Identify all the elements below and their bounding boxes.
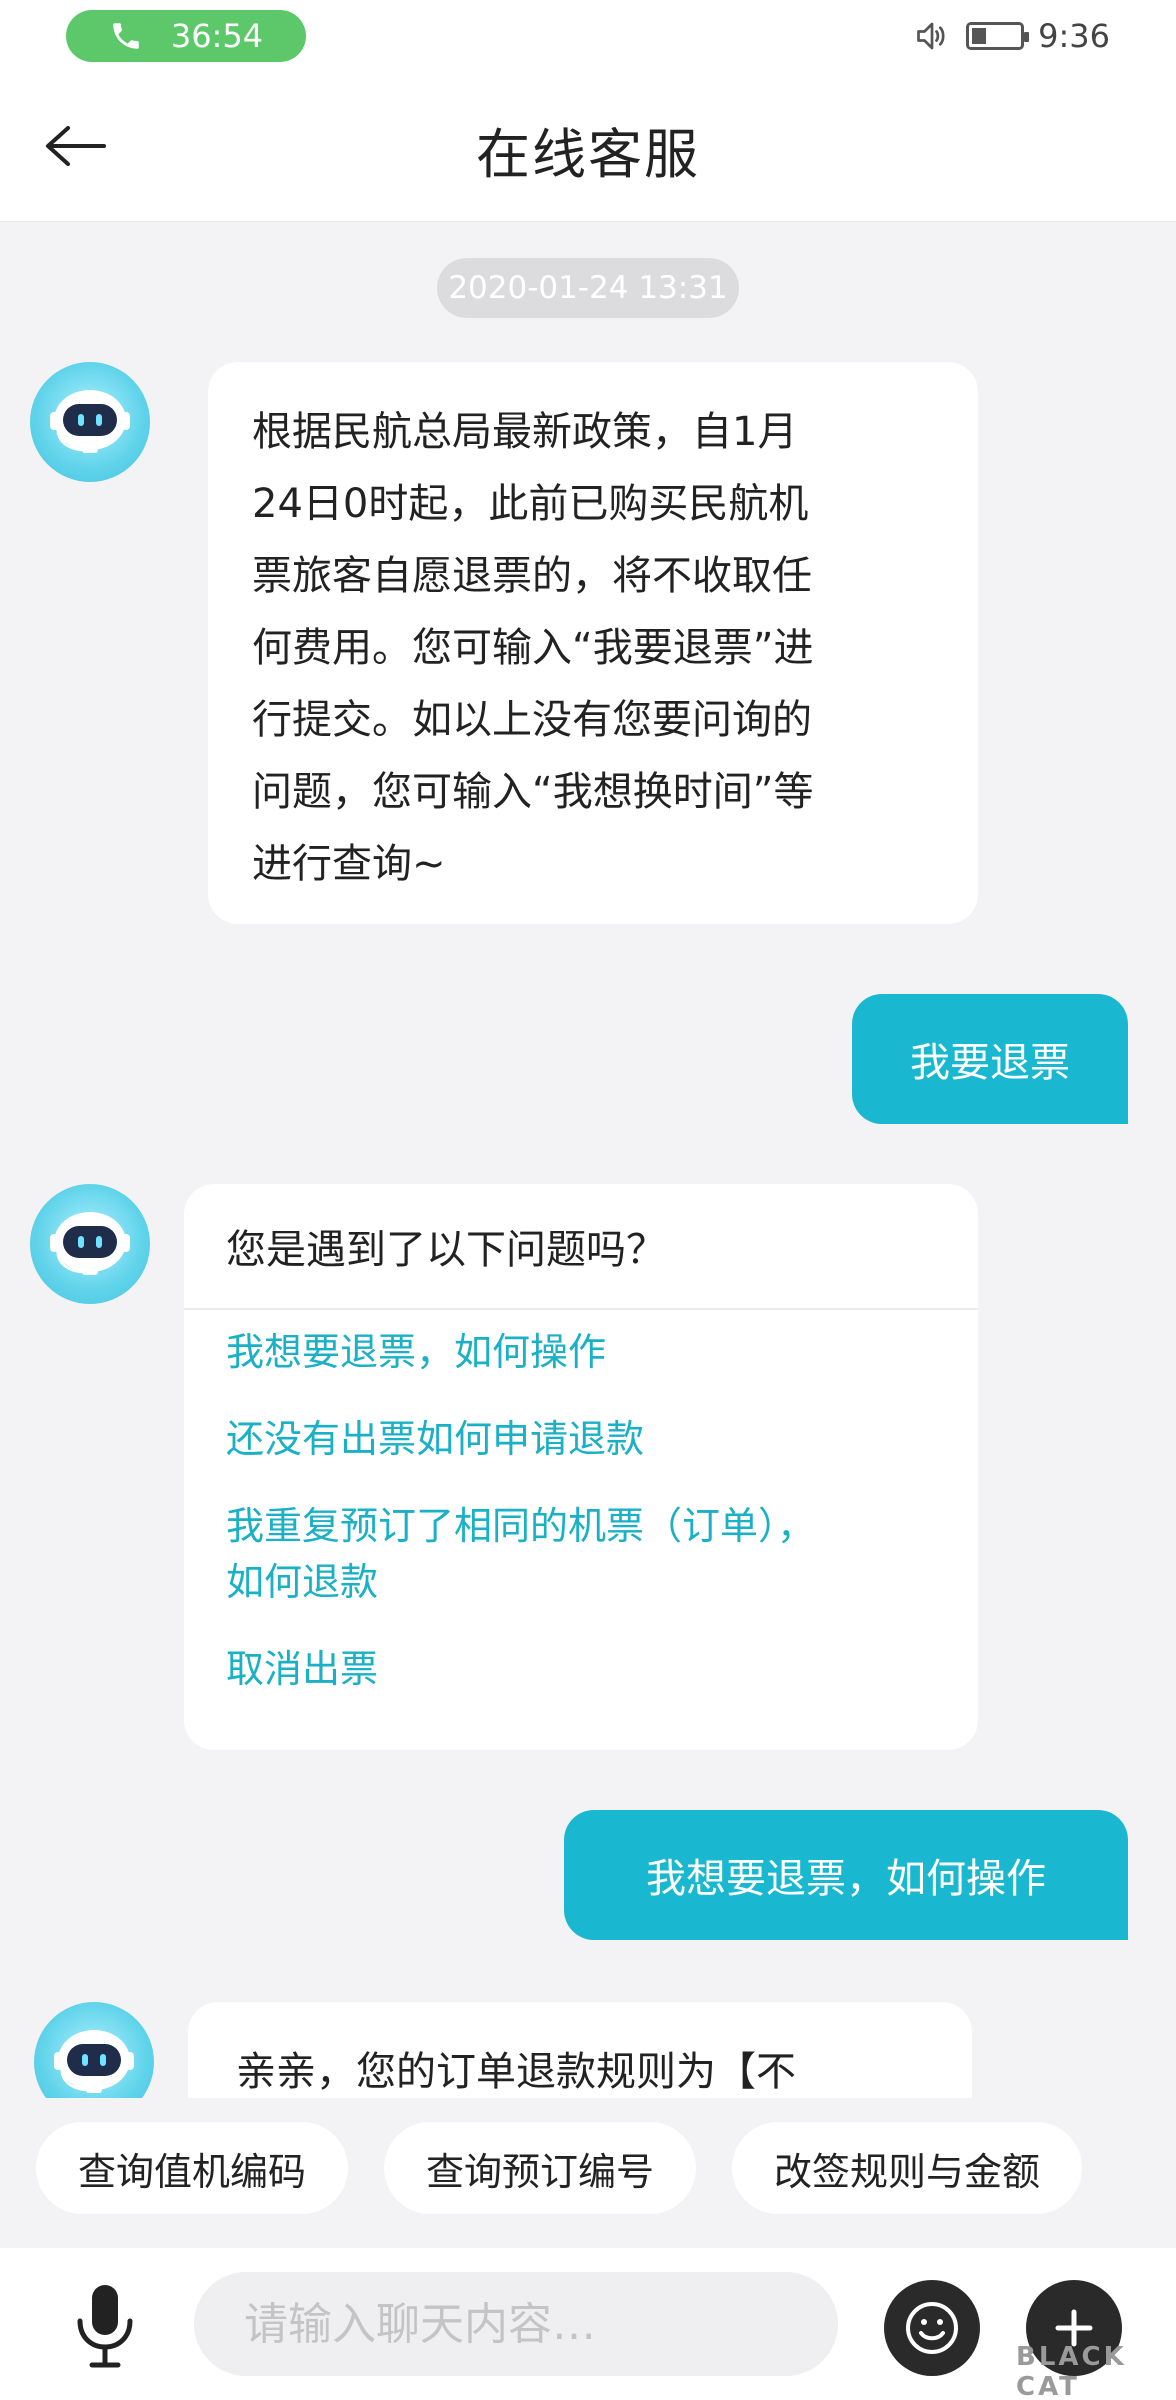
bot-avatar (30, 1184, 150, 1304)
bot-options-bubble: 您是遇到了以下问题吗？ 我想要退票，如何操作 还没有出票如何申请退款 我重复预订… (184, 1184, 978, 1750)
bot-message-bubble: 亲亲，您的订单退款规则为【不 (188, 2002, 972, 2098)
user-message-text: 我要退票 (910, 1040, 1070, 1086)
robot-icon (50, 1212, 130, 1275)
bot-avatar (30, 362, 150, 482)
user-message-bubble: 我想要退票，如何操作 (564, 1810, 1128, 1940)
bot-message-text: 根据民航总局最新政策，自1月 24日0时起，此前已购买民航机 票旅客自愿退票的，… (252, 409, 814, 887)
emoji-button[interactable] (884, 2280, 980, 2376)
header: 在线客服 (0, 72, 1176, 222)
option-link[interactable]: 取消出票 (226, 1641, 936, 1697)
page-title: 在线客服 (476, 123, 700, 186)
status-bar: 36:54 9:36 (0, 0, 1176, 72)
options-list: 我想要退票，如何操作 还没有出票如何申请退款 我重复预订了相同的机票（订单）， … (184, 1310, 978, 1697)
user-message-text: 我想要退票，如何操作 (646, 1856, 1046, 1902)
clock-time: 9:36 (1038, 17, 1110, 55)
message-timestamp: 2020-01-24 13:31 (437, 258, 739, 318)
speaker-icon (917, 22, 945, 50)
options-question: 您是遇到了以下问题吗？ (184, 1184, 978, 1310)
watermark-logo: BLACK CAT (1016, 2342, 1127, 2400)
chat-area[interactable]: 2020-01-24 13:31 根据民航总局最新政策，自1月 24日0时起，此… (0, 222, 1176, 2098)
robot-icon (54, 2030, 134, 2093)
microphone-icon (77, 2285, 133, 2368)
quick-reply-chip[interactable]: 改签规则与金额 (732, 2122, 1083, 2214)
status-icons: 9:36 (912, 14, 1110, 58)
option-link[interactable]: 我想要退票，如何操作 (226, 1324, 936, 1380)
quick-reply-chip[interactable]: 查询预订编号 (384, 2122, 697, 2214)
robot-icon (50, 390, 130, 453)
input-bar: BLACK CAT (0, 2248, 1176, 2400)
battery-icon (966, 22, 1030, 50)
option-link[interactable]: 我重复预订了相同的机票（订单）， 如何退款 (226, 1498, 936, 1610)
quick-reply-chip[interactable]: 查询值机编码 (36, 2122, 349, 2214)
chat-input[interactable] (194, 2272, 838, 2376)
call-duration: 36:54 (170, 17, 264, 55)
option-link[interactable]: 还没有出票如何申请退款 (226, 1411, 936, 1467)
ongoing-call-pill[interactable]: 36:54 (66, 10, 306, 62)
bot-message-bubble: 根据民航总局最新政策，自1月 24日0时起，此前已购买民航机 票旅客自愿退票的，… (208, 362, 978, 924)
bot-avatar (34, 2002, 154, 2098)
emoji-icon (906, 2302, 958, 2354)
voice-input-button[interactable] (60, 2278, 150, 2374)
quick-replies-bar: 查询值机编码 查询预订编号 改签规则与金额 (0, 2098, 1176, 2238)
user-message-bubble: 我要退票 (852, 994, 1128, 1124)
phone-icon (113, 23, 139, 49)
bot-message-text: 亲亲，您的订单退款规则为【不 (236, 2049, 796, 2095)
